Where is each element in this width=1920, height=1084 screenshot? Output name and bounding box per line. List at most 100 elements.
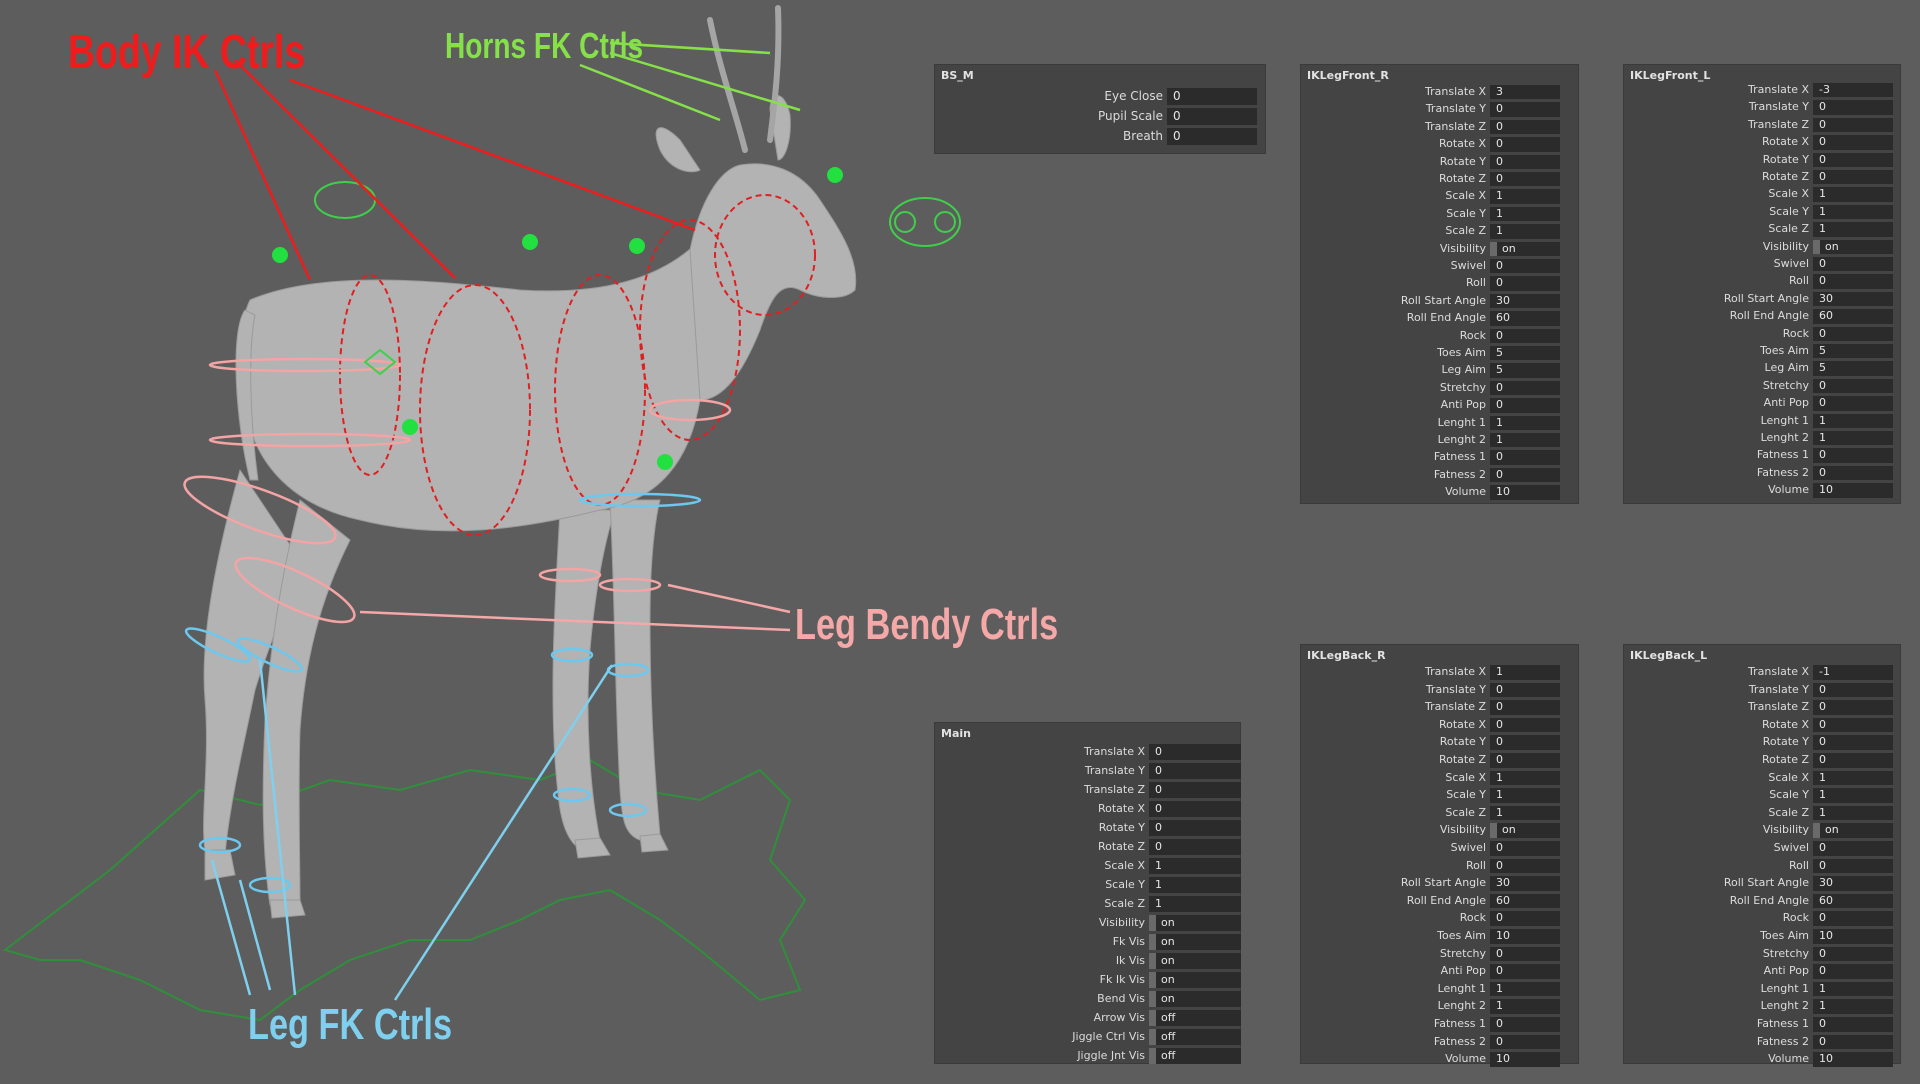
attr-field-fatness-2[interactable]: 0 <box>1490 1034 1560 1050</box>
attr-field-scale-y[interactable]: 1 <box>1813 788 1893 803</box>
attr-field-rock[interactable]: 0 <box>1490 911 1560 926</box>
attr-field-roll-end-angle[interactable]: 60 <box>1813 309 1893 324</box>
attr-field-fatness-1[interactable]: 0 <box>1490 450 1560 465</box>
attr-field-translate-z[interactable]: 0 <box>1490 700 1560 715</box>
attr-field-rotate-z[interactable]: 0 <box>1490 753 1560 768</box>
attr-field-swivel[interactable]: 0 <box>1490 259 1560 274</box>
attr-field-translate-y[interactable]: 0 <box>1813 682 1893 698</box>
attr-field-scale-y[interactable]: 1 <box>1490 206 1560 222</box>
attr-field-translate-z[interactable]: 0 <box>1490 119 1560 135</box>
attr-field-translate-y[interactable]: 0 <box>1490 102 1560 117</box>
attr-field-translate-x[interactable]: 3 <box>1490 85 1560 100</box>
attr-field-roll[interactable]: 0 <box>1490 276 1560 291</box>
attr-field-scale-x[interactable]: 1 <box>1813 187 1893 202</box>
attr-field-scale-x[interactable]: 1 <box>1490 189 1560 204</box>
attr-field-leg-aim[interactable]: 5 <box>1813 361 1893 376</box>
attr-field-scale-y[interactable]: 1 <box>1490 788 1560 803</box>
attr-field-rotate-x[interactable]: 0 <box>1149 801 1241 817</box>
attr-field-roll[interactable]: 0 <box>1813 858 1893 874</box>
attr-field-ik-vis[interactable]: on <box>1149 953 1241 969</box>
attr-field-translate-z[interactable]: 0 <box>1813 700 1893 715</box>
attr-field-translate-y[interactable]: 0 <box>1149 763 1241 779</box>
attr-field-jiggle-ctrl-vis[interactable]: off <box>1149 1029 1241 1045</box>
attr-field-translate-y[interactable]: 0 <box>1490 682 1560 698</box>
attr-field-fatness-1[interactable]: 0 <box>1813 448 1893 463</box>
attr-field-scale-z[interactable]: 1 <box>1813 805 1893 821</box>
attr-field-eye-close[interactable]: 0 <box>1167 88 1257 105</box>
attr-field-translate-x[interactable]: -1 <box>1813 665 1893 680</box>
attr-field-translate-y[interactable]: 0 <box>1813 100 1893 115</box>
attr-field-swivel[interactable]: 0 <box>1813 257 1893 272</box>
attr-field-lenght-2[interactable]: 1 <box>1813 431 1893 446</box>
attr-field-jiggle-jnt-vis[interactable]: off <box>1149 1048 1241 1064</box>
attr-field-fatness-2[interactable]: 0 <box>1813 465 1893 481</box>
attr-field-translate-x[interactable]: 1 <box>1490 665 1560 680</box>
attr-field-pupil-scale[interactable]: 0 <box>1167 108 1257 125</box>
attr-field-anti-pop[interactable]: 0 <box>1813 396 1893 411</box>
attr-field-scale-y[interactable]: 1 <box>1813 204 1893 220</box>
attr-field-stretchy[interactable]: 0 <box>1813 946 1893 962</box>
attr-field-lenght-1[interactable]: 1 <box>1813 981 1893 997</box>
attr-field-toes-aim[interactable]: 5 <box>1490 346 1560 361</box>
attr-field-scale-z[interactable]: 1 <box>1490 224 1560 239</box>
attr-field-volume[interactable]: 10 <box>1813 483 1893 498</box>
attr-field-translate-z[interactable]: 0 <box>1149 782 1241 798</box>
attr-field-rotate-y[interactable]: 0 <box>1490 735 1560 750</box>
attr-field-visibility[interactable]: on <box>1813 823 1893 838</box>
attr-field-scale-x[interactable]: 1 <box>1149 858 1241 874</box>
attr-field-toes-aim[interactable]: 5 <box>1813 344 1893 359</box>
attr-field-roll-end-angle[interactable]: 60 <box>1490 311 1560 326</box>
attr-field-roll[interactable]: 0 <box>1813 274 1893 289</box>
attr-field-rock[interactable]: 0 <box>1813 326 1893 341</box>
attr-field-anti-pop[interactable]: 0 <box>1490 964 1560 979</box>
attr-field-visibility[interactable]: on <box>1149 915 1241 931</box>
attr-field-lenght-2[interactable]: 1 <box>1490 433 1560 448</box>
attr-field-scale-x[interactable]: 1 <box>1490 770 1560 786</box>
attr-field-swivel[interactable]: 0 <box>1490 841 1560 856</box>
attr-field-fatness-1[interactable]: 0 <box>1490 1017 1560 1032</box>
attr-field-stretchy[interactable]: 0 <box>1813 378 1893 394</box>
attr-field-fk-ik-vis[interactable]: on <box>1149 972 1241 988</box>
attr-field-translate-z[interactable]: 0 <box>1813 117 1893 133</box>
horns-mesh[interactable] <box>707 5 782 153</box>
attr-field-rotate-z[interactable]: 0 <box>1149 839 1241 855</box>
attr-field-leg-aim[interactable]: 5 <box>1490 363 1560 378</box>
main-ground-control[interactable] <box>2 758 807 1022</box>
attr-field-lenght-2[interactable]: 1 <box>1490 999 1560 1014</box>
attr-field-fatness-2[interactable]: 0 <box>1813 1034 1893 1050</box>
attr-field-lenght-2[interactable]: 1 <box>1813 999 1893 1014</box>
attr-field-bend-vis[interactable]: on <box>1149 991 1241 1007</box>
attr-field-lenght-1[interactable]: 1 <box>1490 981 1560 997</box>
attr-field-rotate-x[interactable]: 0 <box>1813 717 1893 733</box>
attr-field-volume[interactable]: 10 <box>1813 1052 1893 1067</box>
attr-field-roll-start-angle[interactable]: 30 <box>1813 876 1893 891</box>
attr-field-rotate-y[interactable]: 0 <box>1813 735 1893 750</box>
attr-field-scale-x[interactable]: 1 <box>1813 770 1893 786</box>
attr-field-scale-z[interactable]: 1 <box>1490 805 1560 821</box>
attr-field-lenght-1[interactable]: 1 <box>1813 413 1893 428</box>
attr-field-rotate-z[interactable]: 0 <box>1813 170 1893 185</box>
viewport-canvas[interactable] <box>0 0 1010 1080</box>
attr-field-breath[interactable]: 0 <box>1167 128 1257 145</box>
attr-field-visibility[interactable]: on <box>1490 241 1560 256</box>
attr-field-lenght-1[interactable]: 1 <box>1490 415 1560 430</box>
attr-field-rock[interactable]: 0 <box>1813 911 1893 926</box>
attr-field-stretchy[interactable]: 0 <box>1490 946 1560 962</box>
attr-field-roll-end-angle[interactable]: 60 <box>1813 893 1893 909</box>
viewport[interactable]: Body IK Ctrls Horns FK Ctrls Leg Bendy C… <box>0 0 1058 1080</box>
attr-field-rotate-y[interactable]: 0 <box>1149 820 1241 836</box>
attr-field-rotate-x[interactable]: 0 <box>1490 137 1560 152</box>
attr-field-roll-start-angle[interactable]: 30 <box>1490 293 1560 309</box>
attr-field-roll-start-angle[interactable]: 30 <box>1490 876 1560 891</box>
attr-field-rotate-x[interactable]: 0 <box>1813 135 1893 150</box>
attr-field-volume[interactable]: 10 <box>1490 1052 1560 1067</box>
attr-field-rotate-x[interactable]: 0 <box>1490 717 1560 733</box>
attr-field-roll-start-angle[interactable]: 30 <box>1813 291 1893 307</box>
attr-field-visibility[interactable]: on <box>1490 823 1560 838</box>
attr-field-anti-pop[interactable]: 0 <box>1813 964 1893 979</box>
attr-field-rotate-y[interactable]: 0 <box>1813 152 1893 167</box>
attr-field-visibility[interactable]: on <box>1813 239 1893 254</box>
attr-field-roll[interactable]: 0 <box>1490 858 1560 874</box>
attr-field-scale-y[interactable]: 1 <box>1149 877 1241 893</box>
attr-field-rotate-z[interactable]: 0 <box>1490 172 1560 187</box>
